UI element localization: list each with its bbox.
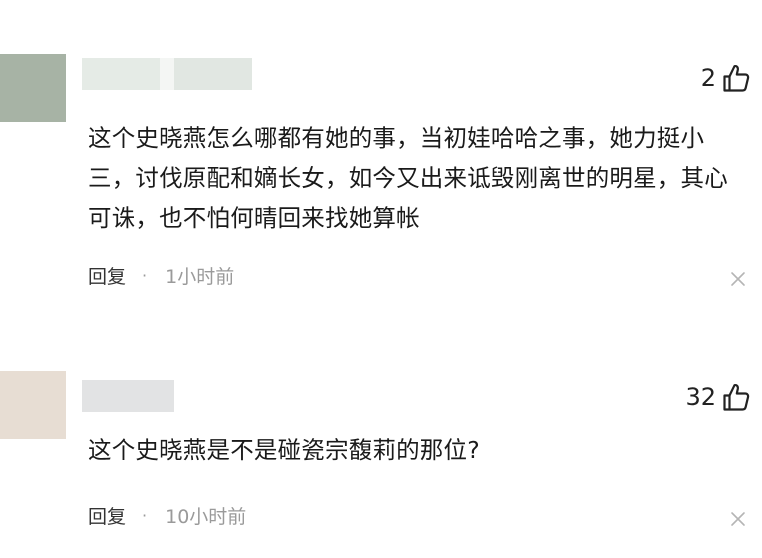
- reply-button[interactable]: 回复: [88, 262, 126, 289]
- thumbs-up-icon: [723, 383, 750, 411]
- thumbs-up-icon: [723, 64, 750, 92]
- reply-button[interactable]: 回复: [88, 502, 126, 529]
- comment-text: 这个史晓燕是不是碰瓷宗馥莉的那位?: [88, 436, 480, 464]
- comment-text: 这个史晓燕怎么哪都有她的事，当初娃哈哈之事，她力挺小三，讨伐原配和嫡长女，如今又…: [88, 124, 728, 232]
- dot-separator: ·: [142, 506, 148, 525]
- comment-meta: 回复 · 10小时前: [88, 502, 246, 529]
- username-blurred[interactable]: [82, 380, 174, 412]
- timestamp: 10小时前: [165, 506, 247, 528]
- comment-item: 2 这个史晓燕怎么哪都有她的事，当初娃哈哈之事，她力挺小三，讨伐原配和嫡长女，如…: [0, 0, 762, 330]
- username-blurred[interactable]: [82, 58, 252, 90]
- comment-item: 32 这个史晓燕是不是碰瓷宗馥莉的那位? 回复 · 10小时前: [0, 330, 762, 558]
- avatar[interactable]: [0, 54, 66, 122]
- dot-separator: ·: [142, 266, 148, 285]
- avatar[interactable]: [0, 371, 66, 439]
- like-count: 2: [700, 64, 716, 92]
- close-icon[interactable]: [730, 511, 746, 527]
- timestamp: 1小时前: [165, 266, 235, 288]
- like-count: 32: [685, 383, 716, 411]
- close-icon[interactable]: [730, 271, 746, 287]
- like-button[interactable]: 2: [701, 63, 750, 93]
- comment-meta: 回复 · 1小时前: [88, 262, 234, 289]
- like-button[interactable]: 32: [685, 382, 750, 412]
